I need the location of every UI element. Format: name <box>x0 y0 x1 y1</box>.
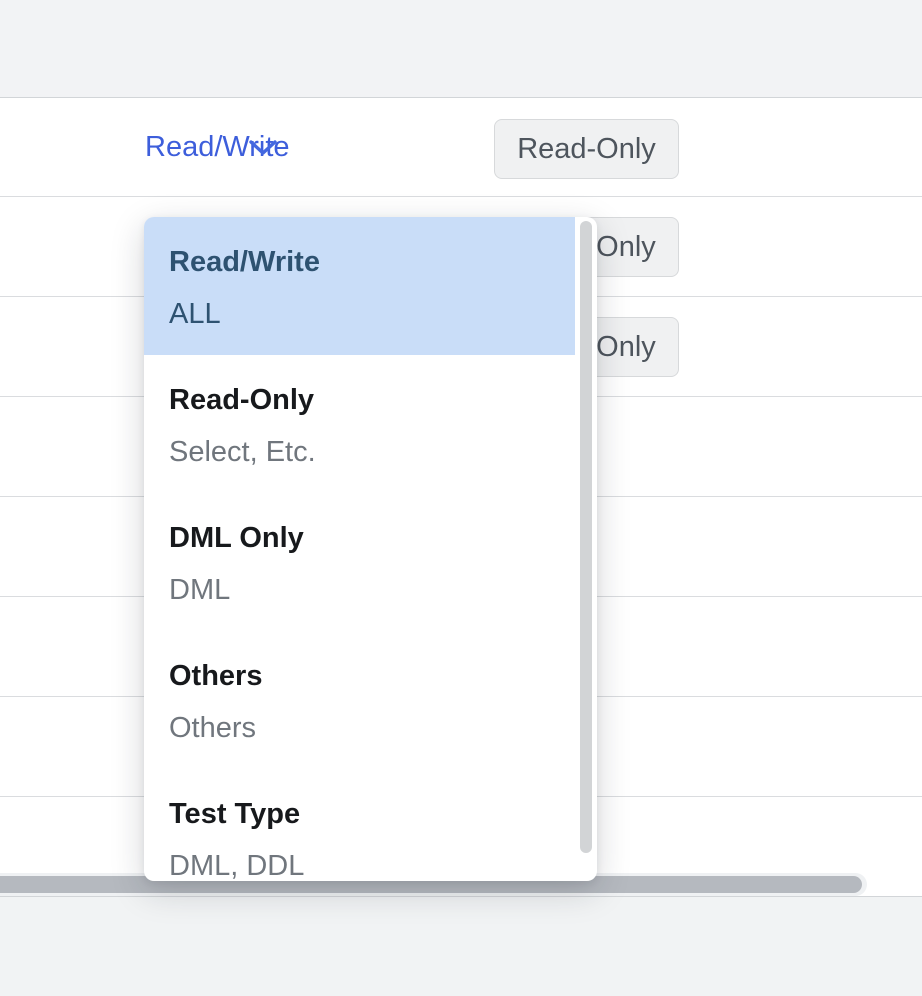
table-footer-area <box>0 896 922 996</box>
option-title: Read-Only <box>169 382 572 418</box>
option-subtitle: ALL <box>169 296 550 332</box>
read-only-button[interactable]: Read-Only <box>494 119 679 179</box>
option-subtitle: Others <box>169 710 572 746</box>
dropdown-option-test-type[interactable]: Test Type DML, DDL <box>144 769 597 881</box>
dropdown-option-others[interactable]: Others Others <box>144 631 597 769</box>
chevron-down-icon[interactable] <box>248 99 278 196</box>
dropdown-option-read-only[interactable]: Read-Only Select, Etc. <box>144 355 597 493</box>
permission-dropdown-menu: Read/Write ALL Read-Only Select, Etc. DM… <box>144 217 597 881</box>
table-row: Read/Write Read-Only <box>0 99 922 197</box>
option-title: Test Type <box>169 796 572 832</box>
option-title: DML Only <box>169 520 572 556</box>
option-title: Others <box>169 658 572 694</box>
dropdown-option-read-write[interactable]: Read/Write ALL <box>144 217 575 355</box>
dropdown-option-dml-only[interactable]: DML Only DML <box>144 493 597 631</box>
table-header-area <box>0 0 922 98</box>
dropdown-scrollbar-thumb[interactable] <box>580 221 592 853</box>
option-subtitle: Select, Etc. <box>169 434 572 470</box>
option-title: Read/Write <box>169 244 550 280</box>
option-subtitle: DML, DDL <box>169 848 572 881</box>
option-subtitle: DML <box>169 572 572 608</box>
